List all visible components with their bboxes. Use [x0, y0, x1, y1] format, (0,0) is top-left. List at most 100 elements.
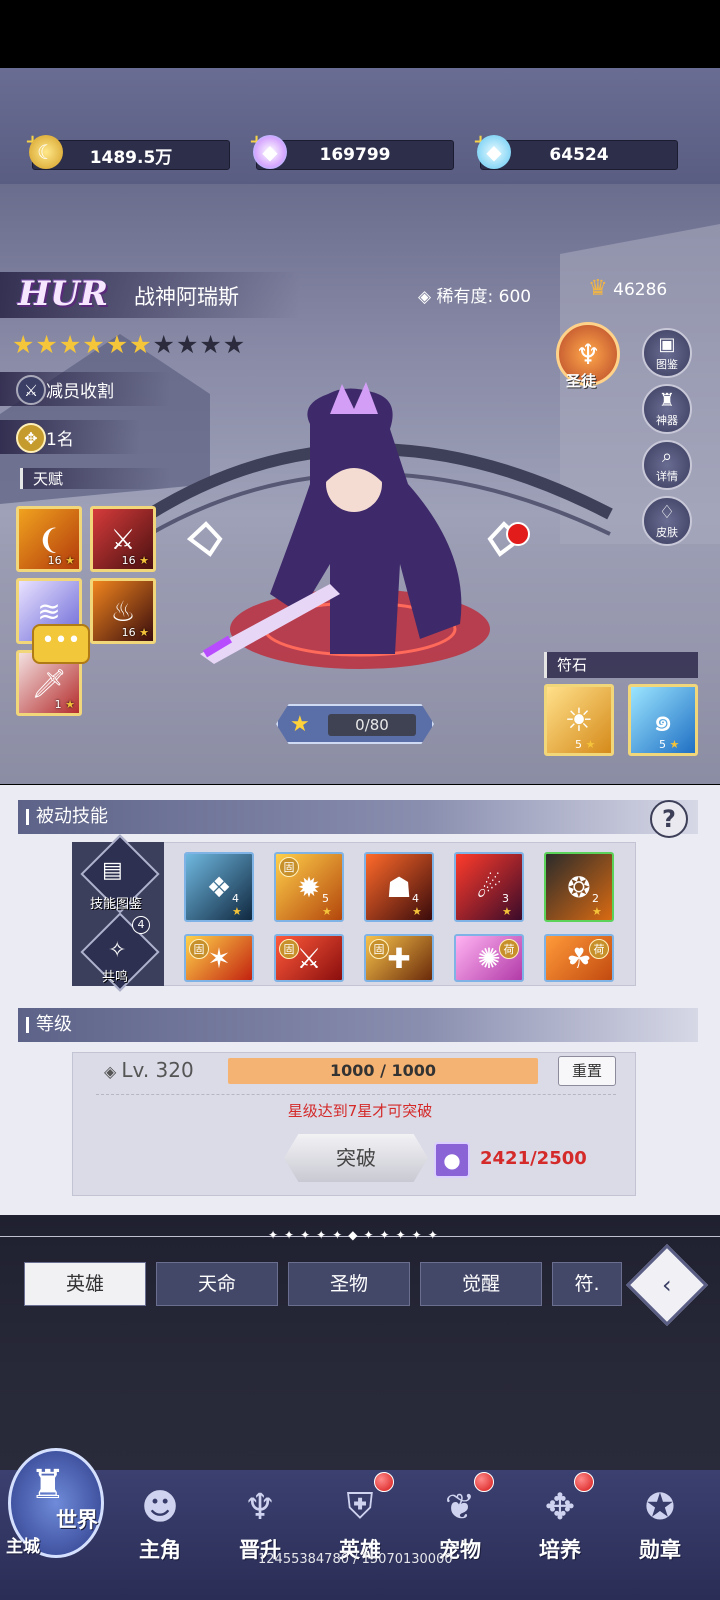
fixed-badge: 固 [189, 939, 209, 959]
skill-level: 3 ★ [502, 892, 512, 918]
skill-level: 4 ★ [232, 892, 242, 918]
skill-slot[interactable]: ❖ 4 ★ [184, 852, 254, 922]
fire-fox-icon: ☘ [566, 941, 592, 975]
diamond-counter[interactable]: + ◆ 64524 [473, 131, 678, 170]
star-icon: ★ [105, 330, 129, 359]
level-title: 等级 [36, 1014, 72, 1035]
rarity-value: 600 [498, 287, 532, 307]
medal-icon: ✪ [644, 1486, 676, 1528]
tab-relic[interactable]: 圣物 [288, 1262, 410, 1306]
gem-value: 169799 [319, 145, 391, 165]
power-display: ♛ 46286 [588, 276, 667, 301]
talent-header: 天赋 [20, 468, 170, 489]
details-label: 详情 [656, 470, 678, 483]
main-city-label[interactable]: 主城 [6, 1532, 40, 1557]
rune-slot[interactable]: ☀ 5 ★ [544, 684, 614, 756]
world-label[interactable]: 世界 [56, 1504, 98, 1534]
skill-slot[interactable]: ✶ 固 [184, 934, 254, 982]
star-icon: ★ [35, 330, 58, 359]
codex-label: 图鉴 [656, 358, 678, 371]
fixed-badge: 固 [279, 939, 299, 959]
hero-name: 战神阿瑞斯 [134, 285, 239, 309]
fixed-badge: 固 [369, 939, 389, 959]
nav-wings[interactable]: ♆ 晋升 [212, 1478, 308, 1588]
talent-level: 16 ★ [47, 554, 75, 567]
nav-knight-helmet[interactable]: ⛨ 英雄 [312, 1472, 408, 1588]
skill-slot[interactable]: ☗ 4 ★ [364, 852, 434, 922]
gem-counter[interactable]: + ◆ 169799 [249, 131, 454, 170]
castle-glyph-icon: ♜ [30, 1462, 66, 1508]
codex-button[interactable]: ▣ 图鉴 [642, 328, 692, 378]
rarity-label: 稀有度: [436, 287, 494, 307]
crown-icon: ♛ [588, 276, 608, 301]
notification-dot [574, 1472, 594, 1492]
ice-vortex-icon: ❖ [206, 870, 232, 904]
star-icon: ★ [129, 330, 152, 359]
hero-helmet-icon: ☻ [141, 1486, 179, 1528]
artifact-button[interactable]: ♜ 神器 [642, 384, 692, 434]
tab-awaken[interactable]: 觉醒 [420, 1262, 542, 1306]
nav-compass[interactable]: ✥ 培养 [512, 1472, 608, 1588]
break-warning: 星级达到7星才可突破 [287, 1102, 433, 1120]
star-up-icon: ★ [290, 712, 310, 737]
target-icon: ✥ [16, 423, 46, 453]
flame-burst-icon: ✹ [297, 870, 321, 904]
skill-slot[interactable]: ☘ 荷 [544, 934, 614, 982]
nav-medal[interactable]: ✪ 勋章 [612, 1478, 708, 1588]
ornament-divider: ✦✦✦✦✦◆✦✦✦✦✦ [268, 1228, 444, 1242]
rune-slot[interactable]: ๑ 5 ★ [628, 684, 698, 756]
tab-rune[interactable]: 符. [552, 1262, 622, 1306]
level-display: ◈ Lv. 320 [104, 1058, 194, 1082]
star-rating: ★ ★ ★ ★ ★ ★ ★ ★ ★ ★ [12, 332, 245, 358]
tab-hero[interactable]: 英雄 [24, 1262, 146, 1306]
hero-exp-text: 0/80 [328, 714, 416, 736]
book-icon: ▣ [658, 334, 676, 355]
nav-label: 勋章 [639, 1538, 681, 1562]
skill-slot[interactable]: ✺ 荷 [454, 934, 524, 982]
demon-face-icon: ☗ [386, 870, 412, 904]
shirt-icon: ♢ [658, 502, 676, 523]
chat-bubble-icon[interactable]: ••• [32, 624, 90, 664]
passive-skills-header: 被动技能 [18, 800, 698, 834]
nav-pet[interactable]: ❦ 宠物 [412, 1472, 508, 1588]
skin-button[interactable]: ♢ 皮肤 [642, 496, 692, 546]
tab-destiny[interactable]: 天命 [156, 1262, 278, 1306]
skill-slot[interactable]: ✹ 固 5 ★ [274, 852, 344, 922]
skill-slot[interactable]: ✚ 固 [364, 934, 434, 982]
sun-rune-icon: ☀ [564, 701, 594, 739]
passive-title: 被动技能 [36, 806, 108, 827]
gold-counter[interactable]: + ☾ 1489.5万 [25, 131, 230, 170]
talent-slot[interactable]: ⚔ 16 ★ [90, 506, 156, 572]
notification-dot [374, 1472, 394, 1492]
skill-slot[interactable]: ⚔ 固 [274, 934, 344, 982]
star-icon: ★ [175, 330, 199, 359]
book-glyph-icon: ▤ [102, 858, 123, 883]
talent-slot[interactable]: ❨ 16 ★ [16, 506, 82, 572]
skill-level: 5 ★ [322, 892, 332, 918]
divider [96, 1094, 616, 1095]
artifact-label: 神器 [656, 414, 678, 427]
reset-button[interactable]: 重置 [558, 1056, 616, 1086]
golden-cross-icon: ✚ [387, 941, 411, 975]
star-icon: ★ [82, 330, 105, 359]
pink-burst-icon: ✺ [477, 941, 501, 975]
skill-level: 4 ★ [412, 892, 422, 918]
notification-dot [474, 1472, 494, 1492]
details-button[interactable]: ⌕ 详情 [642, 440, 692, 490]
star-icon: ★ [222, 330, 246, 359]
skill-slot[interactable]: ❂ 2 ★ [544, 852, 614, 922]
resonance-label: 共鸣 [102, 970, 129, 985]
dark-beast-icon: ❂ [567, 870, 591, 904]
nav-hero-helmet[interactable]: ☻ 主角 [112, 1478, 208, 1588]
currency-bar: + ☾ 1489.5万 + ◆ 169799 + ◆ 64524 [0, 68, 720, 184]
talent-slot[interactable]: ♨ 16 ★ [90, 578, 156, 644]
help-button[interactable]: ? [650, 800, 688, 838]
rune-level: 5 ★ [659, 738, 680, 751]
fixed-badge: 固 [279, 857, 299, 877]
skill-level: 2 ★ [592, 892, 602, 918]
fixed-badge: 荷 [499, 939, 519, 959]
break-button[interactable]: 突破 [284, 1134, 428, 1182]
skill-slot[interactable]: ☄ 3 ★ [454, 852, 524, 922]
rarity-display: ◈ 稀有度: 600 [418, 282, 531, 307]
saint-label: 圣徒 [566, 372, 597, 390]
